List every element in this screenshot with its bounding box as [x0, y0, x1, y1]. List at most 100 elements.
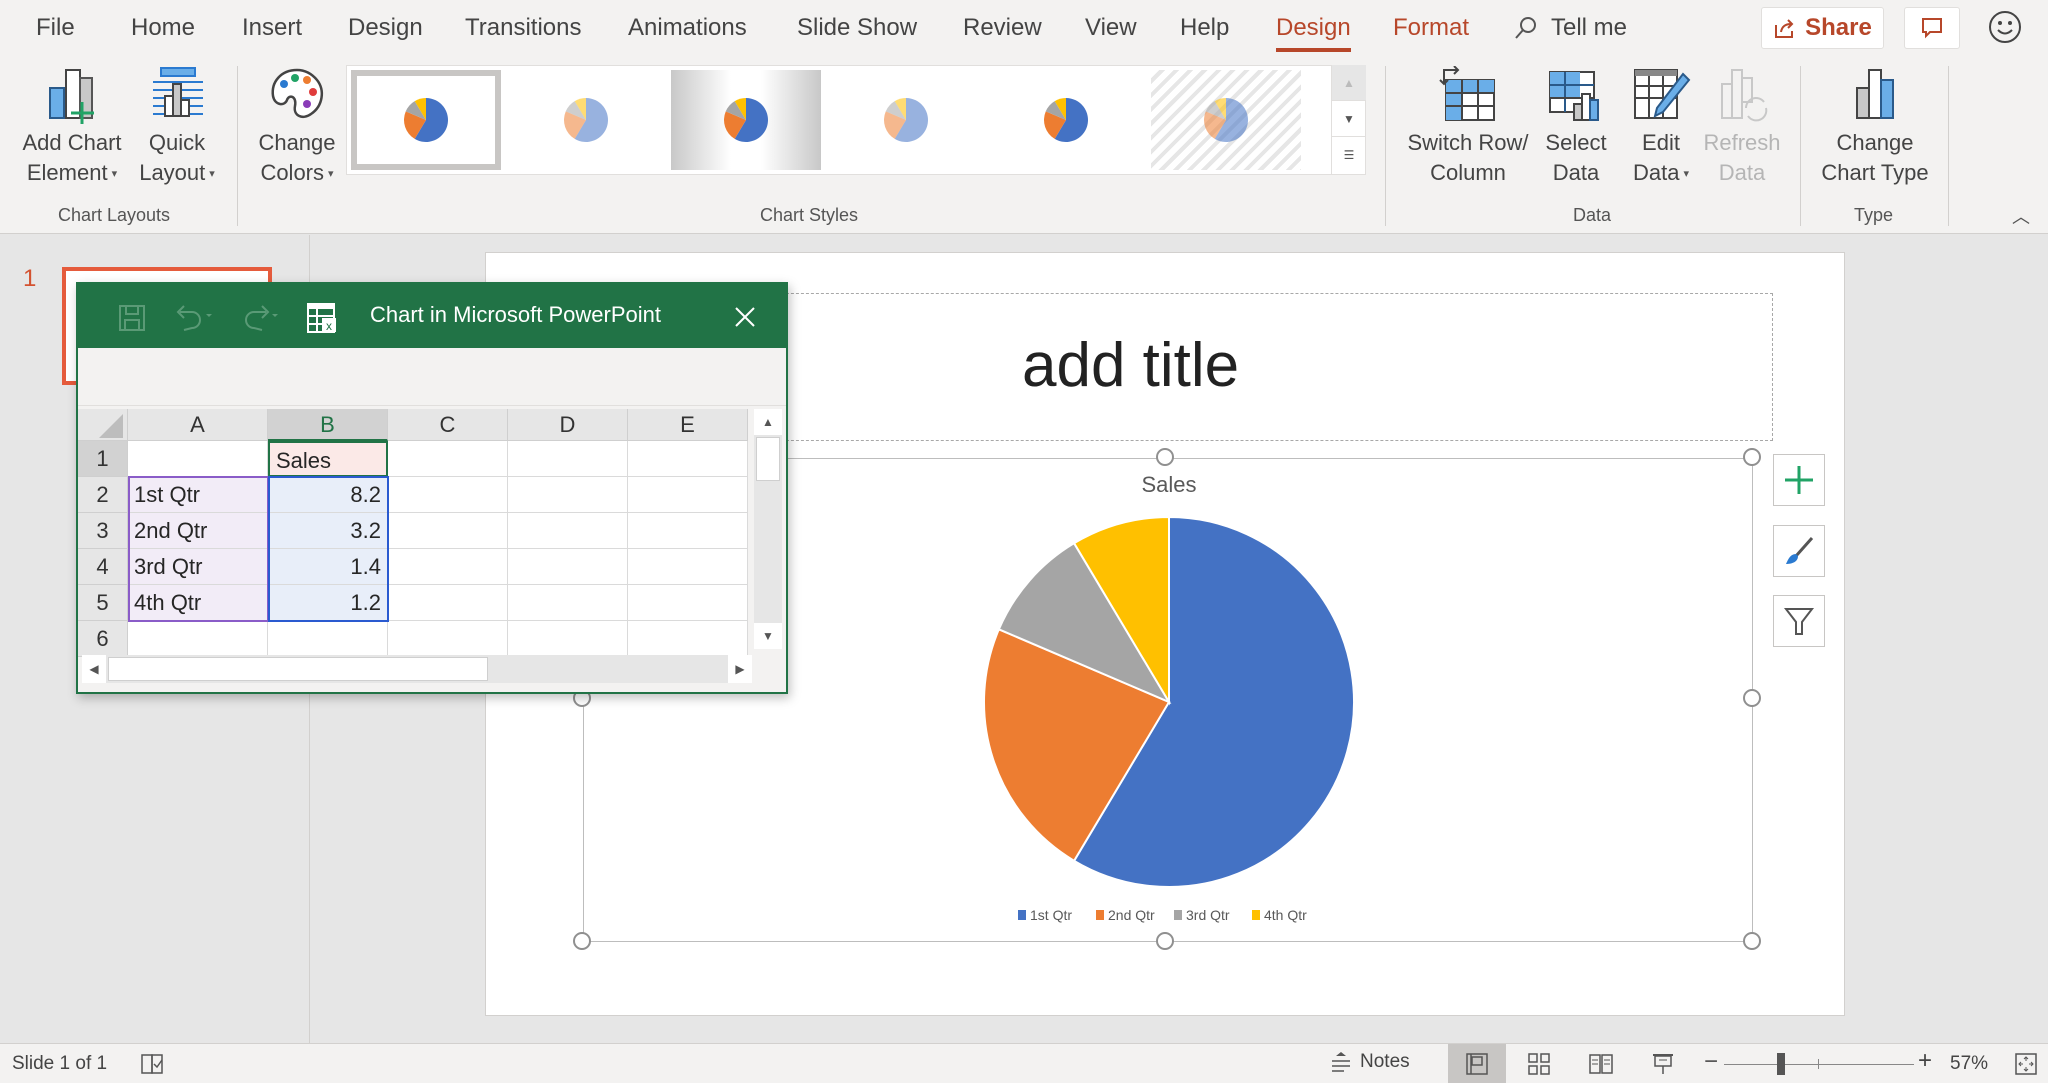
tab-home[interactable]: Home	[131, 14, 195, 42]
cell-a3[interactable]: 2nd Qtr	[128, 513, 268, 549]
legend-entry[interactable]: 4th Qtr	[1264, 907, 1307, 923]
select-all-corner[interactable]	[78, 409, 128, 441]
resize-handle-bottom-right[interactable]	[1743, 932, 1761, 950]
cell-d6[interactable]	[508, 621, 628, 657]
chart-style-3[interactable]	[671, 70, 821, 170]
cell-b3[interactable]: 3.2	[268, 513, 388, 549]
cell-e4[interactable]	[628, 549, 748, 585]
tab-file[interactable]: File	[36, 14, 75, 42]
cell-c5[interactable]	[388, 585, 508, 621]
notes-button[interactable]: Notes	[1330, 1050, 1410, 1074]
tab-design[interactable]: Design	[348, 14, 423, 42]
tab-animations[interactable]: Animations	[628, 14, 747, 42]
chart-style-5[interactable]	[991, 70, 1141, 170]
gallery-scroll-down-button[interactable]: ▼	[1332, 101, 1366, 137]
zoom-level[interactable]: 57%	[1950, 1053, 1988, 1075]
cell-d1[interactable]	[508, 441, 628, 477]
scroll-down-button[interactable]: ▼	[754, 623, 782, 649]
resize-handle-bottom-left[interactable]	[573, 932, 591, 950]
cell-b1[interactable]: Sales	[268, 441, 388, 477]
resize-handle-bottom[interactable]	[1156, 932, 1174, 950]
cell-a2[interactable]: 1st Qtr	[128, 477, 268, 513]
chart-style-1[interactable]	[351, 70, 501, 170]
cell-a6[interactable]	[128, 621, 268, 657]
close-icon[interactable]	[732, 304, 758, 330]
cell-b2[interactable]: 8.2	[268, 477, 388, 513]
gallery-scroll-up-button[interactable]: ▲	[1332, 65, 1366, 101]
row-header[interactable]: 6	[78, 621, 128, 657]
chart-style-6[interactable]	[1151, 70, 1301, 170]
chart-style-4[interactable]	[831, 70, 981, 170]
refresh-data-button[interactable]: Refresh Data	[1702, 66, 1782, 188]
vertical-scrollbar[interactable]: ▲ ▼	[754, 409, 782, 649]
horizontal-scroll-thumb[interactable]	[108, 657, 488, 681]
edit-data-button[interactable]: Edit Data ▾	[1616, 66, 1706, 189]
feedback-smiley-icon[interactable]	[1988, 10, 2022, 44]
select-data-button[interactable]: Select Data	[1538, 66, 1614, 188]
legend-entry[interactable]: 2nd Qtr	[1108, 907, 1155, 923]
zoom-slider-track[interactable]	[1724, 1064, 1914, 1065]
share-button[interactable]: Share	[1761, 7, 1884, 49]
cell-e5[interactable]	[628, 585, 748, 621]
fit-to-window-icon[interactable]	[2014, 1052, 2038, 1076]
column-header-e[interactable]: E	[628, 409, 748, 441]
tab-insert[interactable]: Insert	[242, 14, 302, 42]
comments-button[interactable]	[1904, 7, 1960, 49]
horizontal-scrollbar[interactable]: ◀ ▶	[82, 655, 752, 683]
slide-show-button[interactable]	[1634, 1044, 1692, 1083]
row-header[interactable]: 4	[78, 549, 128, 585]
slide-info[interactable]: Slide 1 of 1	[12, 1053, 107, 1075]
resize-handle-right[interactable]	[1743, 689, 1761, 707]
resize-handle-top[interactable]	[1156, 448, 1174, 466]
normal-view-button[interactable]	[1448, 1044, 1506, 1083]
quick-layout-button[interactable]: Quick Layout ▾	[132, 66, 222, 189]
zoom-out-button[interactable]: −	[1704, 1048, 1718, 1076]
cell-c6[interactable]	[388, 621, 508, 657]
tab-chart-design[interactable]: Design	[1276, 14, 1351, 52]
redo-icon[interactable]	[240, 302, 282, 332]
chart-style-2[interactable]	[511, 70, 661, 170]
column-header-b[interactable]: B	[268, 409, 388, 441]
cell-b6[interactable]	[268, 621, 388, 657]
cell-c1[interactable]	[388, 441, 508, 477]
title-placeholder[interactable]: add title	[721, 293, 1773, 441]
row-header[interactable]: 2	[78, 477, 128, 513]
tab-review[interactable]: Review	[963, 14, 1042, 42]
tab-slide-show[interactable]: Slide Show	[797, 14, 917, 42]
undo-icon[interactable]	[174, 302, 216, 332]
gallery-more-button[interactable]: ☰	[1332, 137, 1366, 173]
tab-view[interactable]: View	[1085, 14, 1137, 42]
chart-title[interactable]: Sales	[1141, 472, 1196, 497]
accessibility-check-icon[interactable]	[140, 1052, 166, 1076]
tab-format[interactable]: Format	[1393, 14, 1469, 42]
slide-sorter-button[interactable]	[1510, 1044, 1568, 1083]
chart-filters-button[interactable]	[1773, 595, 1825, 647]
chart-elements-button[interactable]	[1773, 454, 1825, 506]
column-header-a[interactable]: A	[128, 409, 268, 441]
cell-a4[interactable]: 3rd Qtr	[128, 549, 268, 585]
cell-c2[interactable]	[388, 477, 508, 513]
column-header-d[interactable]: D	[508, 409, 628, 441]
scroll-left-button[interactable]: ◀	[82, 655, 106, 683]
change-chart-type-button[interactable]: Change Chart Type	[1810, 66, 1940, 188]
chart-data-titlebar[interactable]: x Chart in Microsoft PowerPoint	[78, 284, 786, 348]
cell-b5[interactable]: 1.2	[268, 585, 388, 621]
cell-e6[interactable]	[628, 621, 748, 657]
zoom-in-button[interactable]: +	[1918, 1047, 1932, 1075]
cell-c4[interactable]	[388, 549, 508, 585]
cell-a1[interactable]	[128, 441, 268, 477]
add-chart-element-button[interactable]: Add Chart Element ▾	[14, 66, 130, 189]
chart-styles-button[interactable]	[1773, 525, 1825, 577]
reading-view-button[interactable]	[1572, 1044, 1630, 1083]
row-header[interactable]: 3	[78, 513, 128, 549]
switch-row-column-button[interactable]: Switch Row/ Column	[1400, 66, 1536, 188]
cell-a5[interactable]: 4th Qtr	[128, 585, 268, 621]
legend-entry[interactable]: 3rd Qtr	[1186, 907, 1230, 923]
cell-d2[interactable]	[508, 477, 628, 513]
row-header[interactable]: 5	[78, 585, 128, 621]
cell-e2[interactable]	[628, 477, 748, 513]
vertical-scroll-thumb[interactable]	[756, 437, 780, 481]
save-icon[interactable]	[118, 304, 146, 332]
edit-in-excel-icon[interactable]: x	[306, 302, 338, 334]
column-header-c[interactable]: C	[388, 409, 508, 441]
